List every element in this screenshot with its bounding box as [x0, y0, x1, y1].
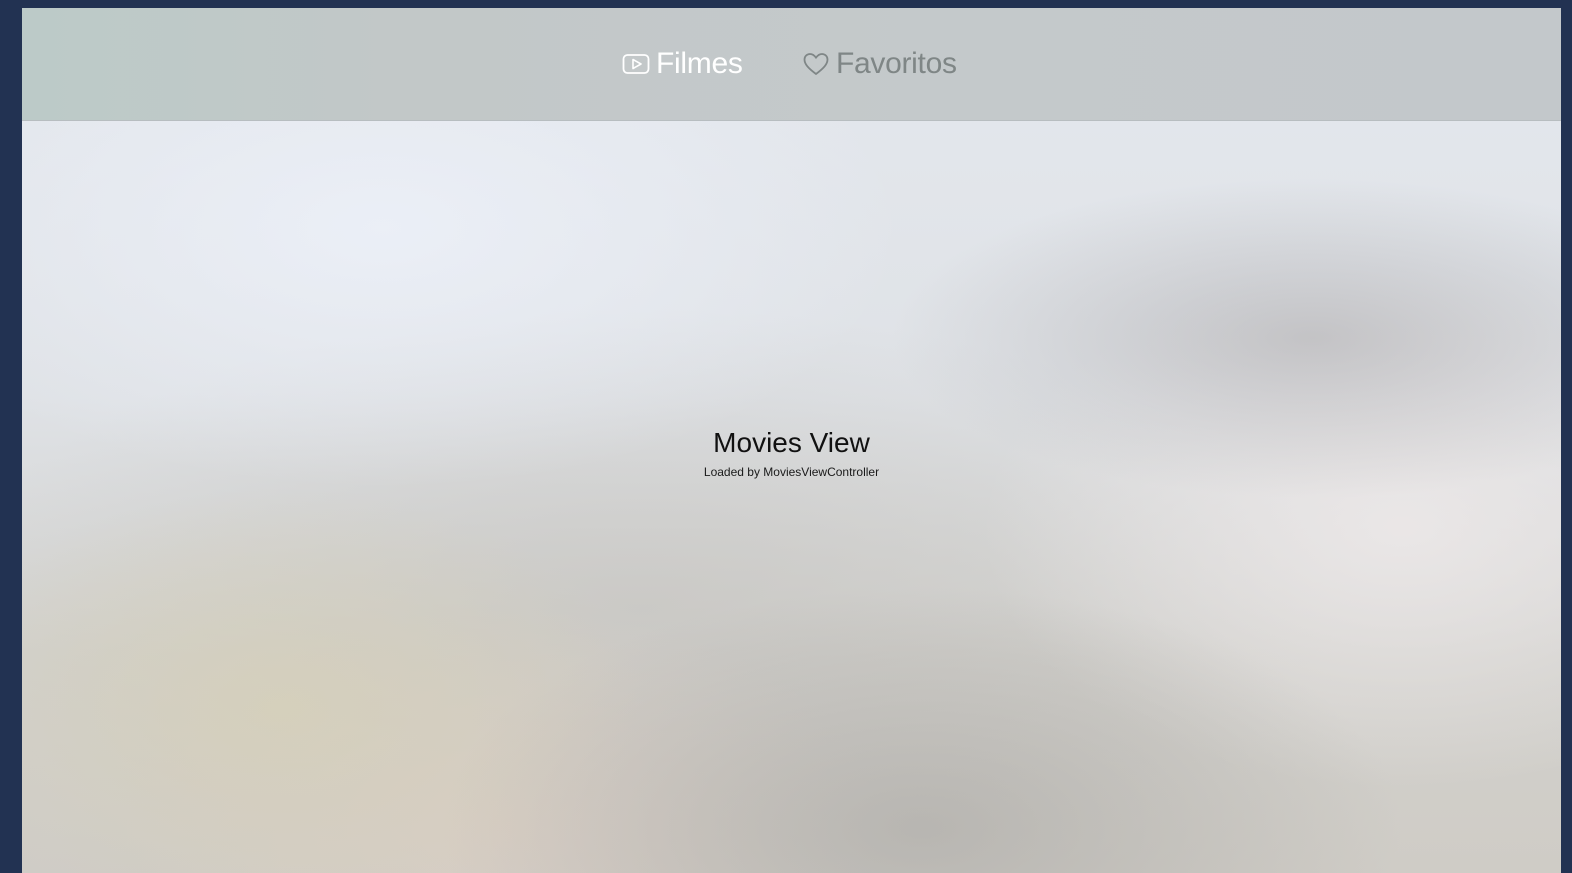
app-window: Filmes Favoritos Movies View Loaded by M…	[22, 8, 1561, 873]
movies-content: Movies View Loaded by MoviesViewControll…	[22, 120, 1561, 873]
tab-bar: Filmes Favoritos	[22, 8, 1561, 121]
tab-favoritos-label: Favoritos	[836, 47, 957, 80]
tab-favoritos[interactable]: Favoritos	[802, 44, 957, 84]
page-title: Movies View	[713, 427, 870, 458]
play-rectangle-icon	[622, 50, 650, 78]
tab-filmes-label: Filmes	[656, 47, 743, 80]
heart-icon	[802, 50, 830, 78]
tab-filmes[interactable]: Filmes	[622, 44, 743, 84]
page-subtitle: Loaded by MoviesViewController	[703, 465, 880, 479]
